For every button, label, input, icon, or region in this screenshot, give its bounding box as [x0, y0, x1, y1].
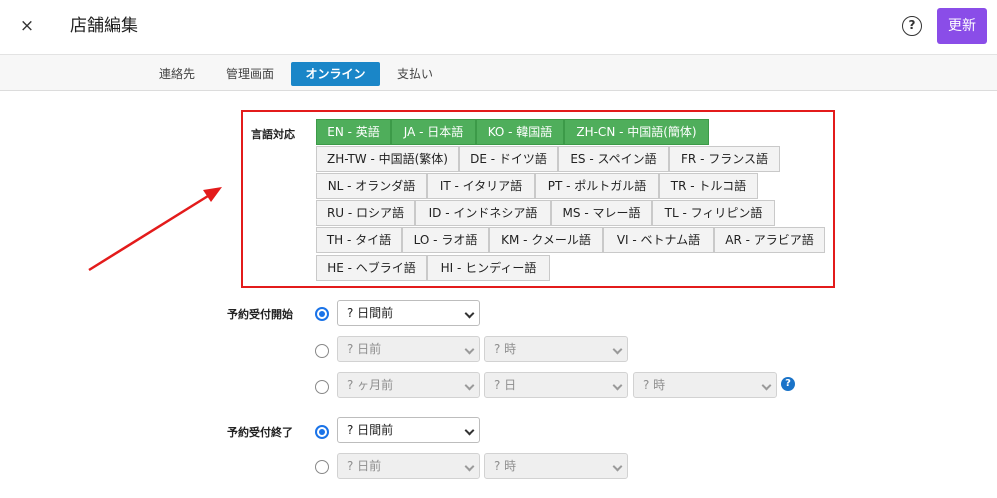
lang-button-hi[interactable]: HI - ヒンディー語	[427, 255, 550, 281]
select-value: ? ヶ月前	[347, 378, 394, 392]
update-button[interactable]: 更新	[937, 8, 987, 44]
chevron-down-icon	[761, 380, 772, 391]
reservation-start-radio-days-before[interactable]	[315, 307, 329, 321]
lang-button-nl[interactable]: NL - オランダ語	[316, 173, 427, 199]
lang-button-tl[interactable]: TL - フィリピン語	[652, 200, 775, 226]
lang-button-he[interactable]: HE - ヘブライ語	[316, 255, 427, 281]
tab-payment[interactable]: 支払い	[388, 62, 442, 86]
close-icon[interactable]: ×	[18, 15, 36, 37]
reservation-start-label: 予約受付開始	[227, 308, 293, 321]
lang-button-zh-tw[interactable]: ZH-TW - 中国語(繁体)	[316, 146, 459, 172]
help-icon[interactable]: ?	[902, 16, 922, 36]
chevron-down-icon	[464, 308, 475, 319]
lang-button-ko[interactable]: KO - 韓国語	[476, 119, 564, 145]
chevron-down-icon	[612, 380, 623, 391]
select-value: ? 日	[494, 378, 517, 392]
lang-button-vi[interactable]: VI - ベトナム語	[603, 227, 714, 253]
chevron-down-icon	[464, 425, 475, 436]
tab-bar: 連絡先 管理画面 オンライン 支払い	[0, 55, 997, 91]
reservation-end-days-before-select[interactable]: ? 日間前	[337, 417, 480, 443]
reservation-start-days-select[interactable]: ? 日前	[337, 336, 480, 362]
lang-button-ja[interactable]: JA - 日本語	[391, 119, 476, 145]
select-value: ? 時	[494, 342, 517, 356]
chevron-down-icon	[464, 344, 475, 355]
reservation-end-radio-days-before[interactable]	[315, 425, 329, 439]
lang-button-fr[interactable]: FR - フランス語	[669, 146, 780, 172]
reservation-end-days-select[interactable]: ? 日前	[337, 453, 480, 479]
lang-button-ar[interactable]: AR - アラビア語	[714, 227, 825, 253]
select-value: ? 日前	[347, 459, 382, 473]
reservation-start-hour-select-2[interactable]: ? 時	[633, 372, 777, 398]
lang-button-de[interactable]: DE - ドイツ語	[459, 146, 558, 172]
select-value: ? 日間前	[347, 423, 394, 437]
tab-online[interactable]: オンライン	[291, 62, 380, 86]
lang-button-km[interactable]: KM - クメール語	[489, 227, 603, 253]
lang-button-ru[interactable]: RU - ロシア語	[316, 200, 415, 226]
reservation-start-day-select[interactable]: ? 日	[484, 372, 628, 398]
reservation-start-radio-month-day-hour[interactable]	[315, 380, 329, 394]
lang-button-lo[interactable]: LO - ラオ語	[402, 227, 489, 253]
reservation-end-radio-day-hour[interactable]	[315, 460, 329, 474]
reservation-end-hour-select[interactable]: ? 時	[484, 453, 628, 479]
chevron-down-icon	[612, 461, 623, 472]
header-bar: × 店舗編集 ? 更新	[0, 0, 997, 55]
chevron-down-icon	[612, 344, 623, 355]
lang-button-id[interactable]: ID - インドネシア語	[415, 200, 551, 226]
reservation-start-days-before-select[interactable]: ? 日間前	[337, 300, 480, 326]
select-value: ? 日前	[347, 342, 382, 356]
lang-button-th[interactable]: TH - タイ語	[316, 227, 402, 253]
lang-button-es[interactable]: ES - スペイン語	[558, 146, 669, 172]
reservation-end-label: 予約受付終了	[227, 426, 293, 439]
tab-contact[interactable]: 連絡先	[150, 62, 204, 86]
tab-admin[interactable]: 管理画面	[218, 62, 282, 86]
lang-button-ms[interactable]: MS - マレー語	[551, 200, 652, 226]
reservation-start-hour-select[interactable]: ? 時	[484, 336, 628, 362]
lang-button-pt[interactable]: PT - ポルトガル語	[535, 173, 659, 199]
languages-label: 言語対応	[251, 128, 295, 141]
chevron-down-icon	[464, 461, 475, 472]
reservation-start-months-select[interactable]: ? ヶ月前	[337, 372, 480, 398]
lang-button-zh-cn[interactable]: ZH-CN - 中国語(簡体)	[564, 119, 709, 145]
select-value: ? 時	[643, 378, 666, 392]
page-title: 店舗編集	[70, 16, 138, 36]
select-value: ? 時	[494, 459, 517, 473]
reservation-start-radio-day-hour[interactable]	[315, 344, 329, 358]
help-circle-icon[interactable]: ?	[781, 377, 795, 391]
lang-button-it[interactable]: IT - イタリア語	[427, 173, 535, 199]
select-value: ? 日間前	[347, 306, 394, 320]
lang-button-en[interactable]: EN - 英語	[316, 119, 391, 145]
chevron-down-icon	[464, 380, 475, 391]
lang-button-tr[interactable]: TR - トルコ語	[659, 173, 758, 199]
